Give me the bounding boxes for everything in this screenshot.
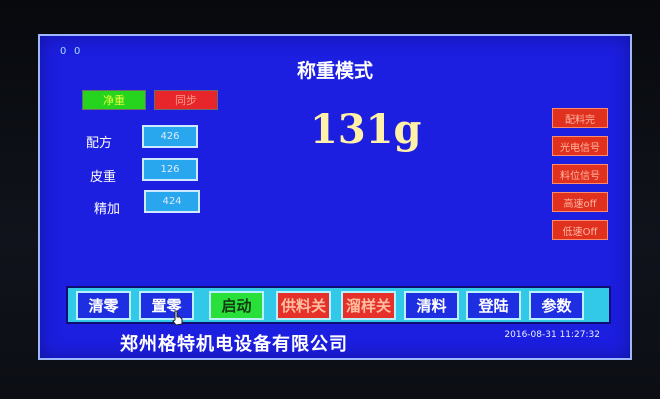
fine-add-label: 精加 xyxy=(94,202,121,217)
fine-add-value: 424 xyxy=(162,196,182,207)
high-speed-indicator[interactable]: 高速off xyxy=(552,192,608,212)
high-speed-label: 高速off xyxy=(563,198,597,210)
sync-label: 同步 xyxy=(175,94,197,107)
parameters-label: 参数 xyxy=(541,297,572,315)
datetime-display: 2016-08-31 11:27:32 xyxy=(504,330,600,340)
low-speed-indicator[interactable]: 低速Off xyxy=(552,220,608,240)
hand-cursor-icon xyxy=(172,310,183,326)
fine-add-field[interactable]: 424 xyxy=(144,190,200,213)
weight-display: 131g xyxy=(310,106,422,153)
tare-value: 126 xyxy=(160,164,180,175)
page-title: 称重模式 xyxy=(296,60,373,82)
clear-material-button[interactable]: 清料 xyxy=(404,291,459,320)
login-label: 登陆 xyxy=(478,297,509,315)
feed-off-button[interactable]: 供料关 xyxy=(276,291,331,320)
company-name: 郑州格特机电设备有限公司 xyxy=(120,334,348,355)
level-signal-label: 料位信号 xyxy=(560,170,600,182)
parameters-button[interactable]: 参数 xyxy=(529,291,584,320)
start-label: 启动 xyxy=(221,297,252,315)
set-zero-button[interactable]: 置零 xyxy=(139,291,194,320)
sample-off-label: 溜样关 xyxy=(345,297,391,315)
clear-button[interactable]: 清零 xyxy=(76,291,131,320)
hmi-screen: 0 0 称重模式 净重 同步 配方 426 皮重 126 精加 424 131g… xyxy=(38,34,632,360)
sample-off-button[interactable]: 溜样关 xyxy=(341,291,396,320)
sync-button[interactable]: 同步 xyxy=(154,90,218,110)
level-signal-indicator[interactable]: 料位信号 xyxy=(552,164,608,184)
tare-field[interactable]: 126 xyxy=(142,158,198,181)
net-weight-button[interactable]: 净重 xyxy=(82,90,146,110)
batch-complete-label: 配料完 xyxy=(565,114,595,126)
recipe-label: 配方 xyxy=(86,136,113,151)
net-weight-label: 净重 xyxy=(103,94,125,107)
photoelectric-signal-label: 光电信号 xyxy=(560,142,600,154)
login-button[interactable]: 登陆 xyxy=(466,291,521,320)
photoelectric-signal-indicator[interactable]: 光电信号 xyxy=(552,136,608,156)
start-button[interactable]: 启动 xyxy=(209,291,264,320)
feed-off-label: 供料关 xyxy=(280,297,326,315)
bottom-toolbar: 清零 置零 启动 供料关 溜样关 清料 登陆 参数 xyxy=(66,286,611,324)
low-speed-label: 低速Off xyxy=(562,226,598,238)
tare-label: 皮重 xyxy=(90,170,117,185)
clear-label: 清零 xyxy=(88,297,119,315)
recipe-field[interactable]: 426 xyxy=(142,125,198,148)
clear-material-label: 清料 xyxy=(416,297,447,315)
batch-complete-indicator[interactable]: 配料完 xyxy=(552,108,608,128)
recipe-value: 426 xyxy=(160,131,180,142)
